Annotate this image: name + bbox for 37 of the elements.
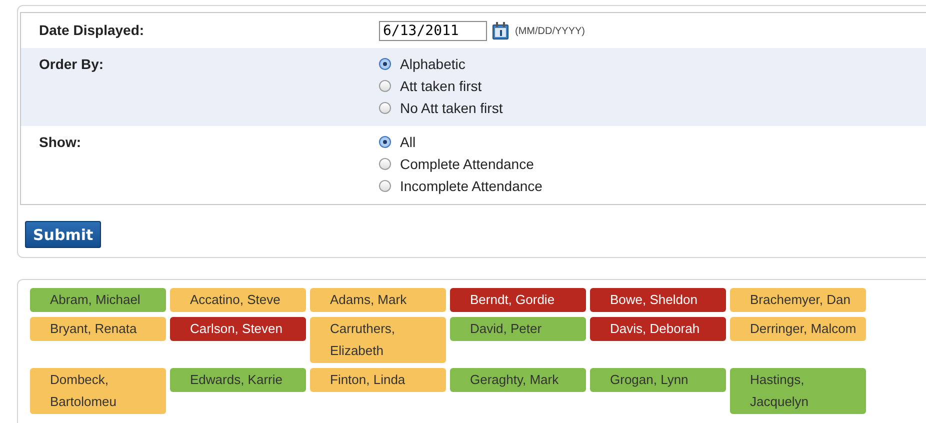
radio-button[interactable] — [379, 158, 391, 170]
radio-option[interactable]: No Att taken first — [379, 99, 926, 117]
student-tile[interactable]: Hastings, Jacquelyn — [730, 368, 866, 414]
student-tile[interactable]: Grogan, Lynn — [590, 368, 726, 392]
date-format-hint: (MM/DD/YYYY) — [515, 26, 585, 36]
student-tile[interactable]: Geraghty, Mark — [450, 368, 586, 392]
student-tile[interactable]: Davis, Deborah — [590, 317, 726, 341]
student-tile[interactable]: Brachemyer, Dan — [730, 288, 866, 312]
radio-option[interactable]: Complete Attendance — [379, 155, 926, 173]
radio-button[interactable] — [379, 136, 391, 148]
date-field[interactable]: 6/13/2011 — [379, 21, 487, 41]
student-tile[interactable]: Accatino, Steve — [170, 288, 306, 312]
student-tile[interactable]: Carruthers, Elizabeth — [310, 317, 446, 363]
field-label: Order By: — [38, 55, 105, 74]
student-tile[interactable]: Bowe, Sheldon — [590, 288, 726, 312]
student-tile[interactable]: Derringer, Malcom — [730, 317, 866, 341]
radio-button[interactable] — [379, 180, 391, 192]
radio-option[interactable]: All — [379, 133, 926, 151]
radio-option[interactable]: Incomplete Attendance — [379, 177, 926, 195]
submit-button[interactable]: Submit — [25, 221, 102, 248]
field-label: Date Displayed: — [38, 21, 146, 40]
student-tile[interactable]: Adams, Mark — [310, 288, 446, 312]
student-tile[interactable]: David, Peter — [450, 317, 586, 341]
student-tile[interactable]: Finton, Linda — [310, 368, 446, 392]
student-tile[interactable]: Abram, Michael — [30, 288, 166, 312]
radio-option[interactable]: Alphabetic — [379, 55, 926, 73]
student-tile[interactable]: Carlson, Steven — [170, 317, 306, 341]
student-tile[interactable]: Berndt, Gordie — [450, 288, 586, 312]
student-tile[interactable]: Edwards, Karrie — [170, 368, 306, 392]
calendar-icon[interactable] — [491, 21, 511, 41]
radio-option[interactable]: Att taken first — [379, 77, 926, 95]
radio-button[interactable] — [379, 58, 391, 70]
radio-button[interactable] — [379, 102, 391, 114]
field-label: Show: — [38, 133, 82, 152]
student-tile[interactable]: Bryant, Renata — [30, 317, 166, 341]
radio-button[interactable] — [379, 80, 391, 92]
student-tile[interactable]: Dombeck, Bartolomeu — [30, 368, 166, 414]
